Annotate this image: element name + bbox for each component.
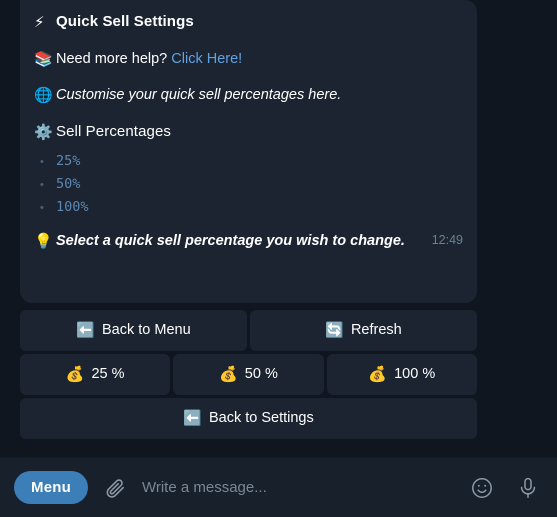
microphone-icon[interactable]: [515, 475, 541, 501]
button-label: Refresh: [350, 322, 402, 339]
percent-value: 25%: [56, 153, 81, 169]
inline-keyboard: ⬅️ Back to Menu 🔄 Refresh 💰 25 % 💰 50 %: [20, 310, 477, 442]
money-bag-icon: 💰: [65, 365, 85, 383]
description-text: Customise your quick sell percentages he…: [56, 87, 342, 103]
percent-value: 50%: [56, 176, 81, 192]
refresh-icon: 🔄: [325, 321, 344, 339]
button-label: Back to Menu: [102, 322, 191, 339]
menu-button[interactable]: Menu: [14, 471, 88, 504]
globe-icon: 🌐: [34, 86, 53, 104]
keyboard-row: ⬅️ Back to Settings: [20, 398, 477, 439]
bullet-icon: •: [40, 179, 44, 191]
bot-message-bubble: ⚡ Quick Sell Settings 📚 Need more help? …: [20, 0, 477, 303]
help-text-group: Need more help? Click Here!: [56, 49, 242, 69]
chat-scroll-area[interactable]: ⚡ Quick Sell Settings 📚 Need more help? …: [0, 0, 557, 460]
tip-row: 💡 Select a quick sell percentage you wis…: [34, 230, 463, 251]
quick-sell-50-button[interactable]: 💰 50 %: [173, 354, 324, 395]
message-input[interactable]: [141, 479, 459, 496]
refresh-button[interactable]: 🔄 Refresh: [250, 310, 477, 351]
bullet-icon: •: [40, 202, 44, 214]
books-icon: 📚: [34, 50, 53, 68]
section-heading: Sell Percentages: [56, 123, 172, 140]
list-item: • 50%: [40, 175, 463, 195]
quick-sell-100-button[interactable]: 💰 100 %: [326, 354, 477, 395]
lightning-icon: ⚡: [34, 13, 45, 31]
message-title: Quick Sell Settings: [56, 13, 194, 30]
list-item: • 100%: [40, 198, 463, 218]
back-to-settings-button[interactable]: ⬅️ Back to Settings: [20, 398, 477, 439]
message-title-row: ⚡ Quick Sell Settings: [34, 12, 463, 32]
tip-text: Select a quick sell percentage you wish …: [56, 233, 405, 249]
button-label: 25 %: [91, 366, 125, 383]
quick-sell-25-button[interactable]: 💰 25 %: [20, 354, 171, 395]
percent-value: 100%: [56, 199, 89, 215]
back-arrow-icon: ⬅️: [76, 321, 95, 339]
telegram-chat-window: ⚡ Quick Sell Settings 📚 Need more help? …: [0, 0, 557, 517]
gear-icon: ⚙️: [34, 123, 53, 141]
list-item: • 25%: [40, 152, 463, 172]
button-label: 100 %: [394, 366, 436, 383]
button-label: 50 %: [244, 366, 278, 383]
section-heading-row: ⚙️ Sell Percentages: [34, 122, 463, 142]
money-bag-icon: 💰: [219, 365, 238, 383]
button-label: Back to Settings: [208, 410, 314, 427]
paperclip-icon[interactable]: [102, 475, 128, 501]
percent-list: • 25% • 50% • 100%: [40, 152, 463, 218]
back-arrow-icon: ⬅️: [183, 409, 202, 427]
tip-line: 💡 Select a quick sell percentage you wis…: [34, 231, 422, 251]
message-timestamp: 12:49: [431, 233, 463, 247]
help-row: 📚 Need more help? Click Here!: [34, 49, 463, 69]
keyboard-row: ⬅️ Back to Menu 🔄 Refresh: [20, 310, 477, 351]
emoji-icon[interactable]: [469, 475, 495, 501]
keyboard-row: 💰 25 % 💰 50 % 💰 100 %: [20, 354, 477, 395]
lightbulb-icon: 💡: [34, 232, 53, 250]
composer-right-icons: [469, 475, 541, 501]
back-to-menu-button[interactable]: ⬅️ Back to Menu: [20, 310, 247, 351]
message-composer: Menu: [0, 457, 557, 517]
money-bag-icon: 💰: [368, 365, 388, 383]
click-here-link[interactable]: Click Here!: [171, 51, 242, 67]
bullet-icon: •: [40, 156, 44, 168]
help-text: Need more help?: [56, 51, 168, 67]
description-row: 🌐 Customise your quick sell percentages …: [34, 85, 463, 105]
